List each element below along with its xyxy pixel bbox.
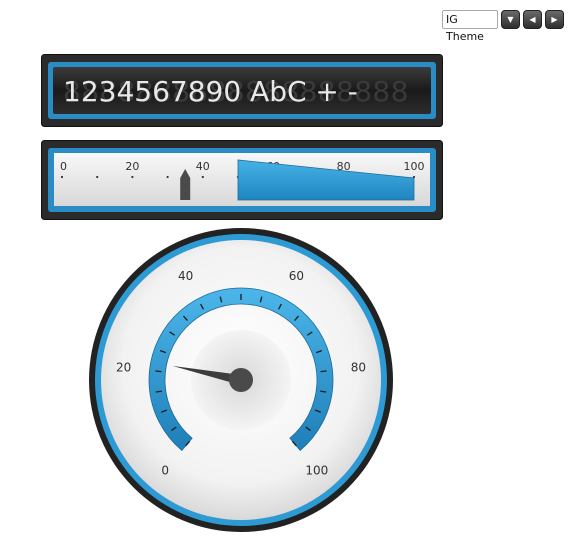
radial-label: 60 [289,269,304,283]
linear-tick [60,175,64,179]
display-text: 1234567890 AbC + - [63,75,358,108]
theme-select[interactable]: IG Theme [442,10,498,43]
display-text-value: 1234567890 AbC + - [63,75,358,108]
radial-label: 20 [116,361,131,375]
linear-tick [96,175,99,179]
radial-tick [320,370,327,373]
linear-tick [131,175,134,179]
linear-label: 100 [404,160,425,173]
next-theme-button[interactable]: ▶ [545,10,564,29]
triangle-right-icon: ▶ [551,15,558,24]
linear-label: 20 [125,160,139,173]
linear-tick [201,175,204,179]
radial-label: 80 [351,361,366,375]
caret-down-icon: ▼ [507,15,514,24]
radial-gauge: 0 20 40 60 80 100 [89,228,393,532]
needle-cap [229,368,253,392]
radial-tick [320,390,327,393]
radial-tick [155,370,162,373]
radial-tick [155,390,162,393]
segment-cell-ghost: 8 [391,75,409,108]
linear-label: 0 [60,160,67,173]
linear-gauge: 020406080100 [41,140,443,220]
segment-display: 8888888888888888888 1234567890 AbC + - [41,54,443,127]
previous-theme-button[interactable]: ◀ [523,10,542,29]
linear-label: 40 [196,160,210,173]
theme-dropdown-button[interactable]: ▼ [501,10,520,29]
theme-toolbar: IG Theme ▼ ◀ ▶ [442,10,564,43]
radial-label: 0 [161,463,169,477]
segment-cell-ghost: 8 [372,75,390,108]
radial-label: 40 [178,269,193,283]
triangle-left-icon: ◀ [529,15,536,24]
radial-label: 100 [305,463,328,477]
linear-tick [166,175,169,179]
